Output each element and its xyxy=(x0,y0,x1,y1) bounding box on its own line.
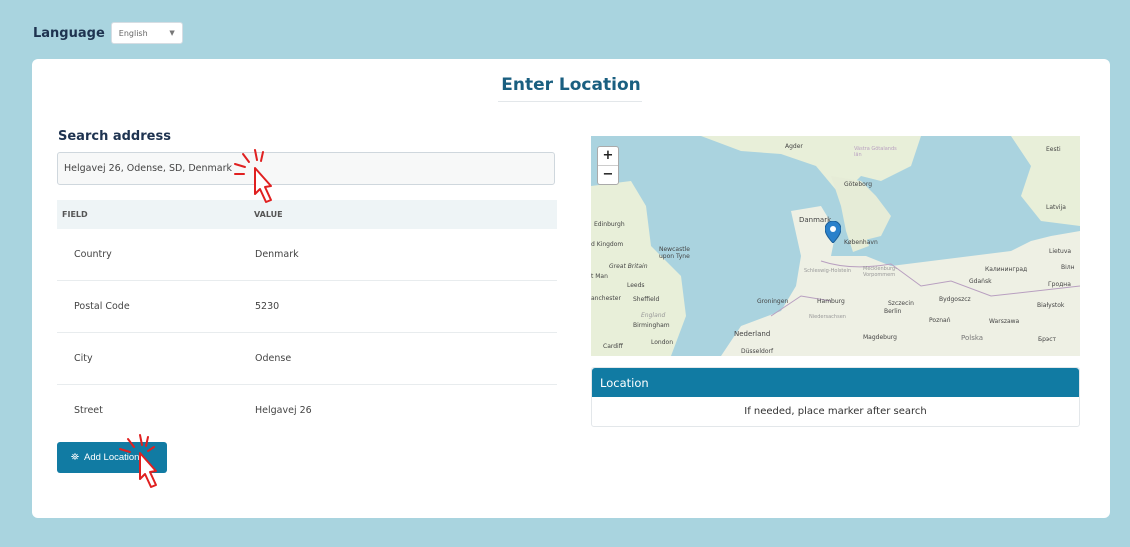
map-label: Lietuva xyxy=(1049,248,1072,255)
map-label: Berlin xyxy=(884,308,902,315)
map-label: Göteborg xyxy=(844,181,873,188)
map-label: Niedersachsen xyxy=(809,314,846,320)
table-row: Postal Code 5230 xyxy=(57,281,557,333)
row-field: Country xyxy=(74,249,112,260)
map[interactable]: + − Eesti Latvija Lietuva Göteborg Danma… xyxy=(591,136,1080,356)
map-label: Leeds xyxy=(627,282,645,289)
map-label: Bydgoszcz xyxy=(939,296,971,303)
title-divider xyxy=(498,101,642,102)
address-table: FIELD VALUE Country Denmark Postal Code … xyxy=(57,200,557,436)
language-selected-value: English xyxy=(118,28,148,38)
map-label: Groningen xyxy=(757,298,789,305)
map-zoom-control: + − xyxy=(597,146,619,185)
search-heading: Search address xyxy=(58,129,171,144)
map-label: Polska xyxy=(961,334,984,342)
row-field: City xyxy=(74,353,93,364)
page-title: Enter Location xyxy=(501,75,641,95)
map-label: Mecklenburg-Vorpommern xyxy=(863,266,897,278)
map-label: Birmingham xyxy=(633,322,670,329)
map-label: London xyxy=(651,339,673,346)
map-label: Edinburgh xyxy=(594,221,625,228)
chevron-down-icon: ▼ xyxy=(169,29,175,37)
map-label: Latvija xyxy=(1046,204,1066,211)
map-label: Västra Götalands län xyxy=(854,146,897,158)
row-value: Denmark xyxy=(255,249,299,260)
row-field: Street xyxy=(74,405,103,416)
table-header: FIELD VALUE xyxy=(57,200,557,229)
map-label: Гродна xyxy=(1048,281,1071,288)
map-label: t Man xyxy=(591,273,608,280)
pointer-cursor-icon xyxy=(234,149,272,203)
location-panel-message: If needed, place marker after search xyxy=(744,406,927,417)
location-panel: Location If needed, place marker after s… xyxy=(591,367,1080,427)
language-select[interactable]: English ▼ xyxy=(110,22,183,44)
main-card: Enter Location Search address FIELD VALU… xyxy=(32,59,1110,518)
map-label: Калининград xyxy=(985,266,1028,273)
row-field: Postal Code xyxy=(74,301,130,312)
map-label: Magdeburg xyxy=(863,334,897,341)
table-row: City Odense xyxy=(57,333,557,385)
map-label: d Kingdom xyxy=(591,241,624,248)
zoom-in-button[interactable]: + xyxy=(598,147,618,166)
map-label: København xyxy=(844,239,878,246)
location-pin-icon: ⛯ xyxy=(71,452,79,463)
map-label: Poznań xyxy=(929,317,951,324)
map-label: Sheffield xyxy=(633,296,660,303)
field-column-header: FIELD xyxy=(62,210,88,219)
map-label: Newcastle upon Tyne xyxy=(659,246,690,260)
map-label: Agder xyxy=(785,143,803,150)
map-label: England xyxy=(641,312,666,319)
map-label: Great Britain xyxy=(609,263,648,270)
map-label: anchester xyxy=(591,295,621,302)
map-marker-icon[interactable] xyxy=(825,221,841,243)
map-label: Düsseldorf xyxy=(741,348,774,355)
map-label: Schleswig-Holstein xyxy=(804,268,852,274)
map-label: Szczecin xyxy=(888,300,914,307)
pointer-cursor-icon xyxy=(119,434,157,488)
row-value: Odense xyxy=(255,353,292,364)
map-label: Warszawa xyxy=(989,318,1020,325)
row-value: Helgavej 26 xyxy=(255,405,312,416)
row-value: 5230 xyxy=(255,301,280,312)
map-label: Gdańsk xyxy=(969,278,992,285)
zoom-out-button[interactable]: − xyxy=(598,166,618,184)
location-panel-header: Location xyxy=(592,368,1079,397)
map-label: Брэст xyxy=(1038,336,1057,343)
map-label: Cardiff xyxy=(603,343,623,350)
table-row: Street Helgavej 26 xyxy=(57,385,557,436)
table-row: Country Denmark xyxy=(57,229,557,281)
language-bar: Language English ▼ xyxy=(33,22,183,44)
map-label: Nederland xyxy=(734,330,771,338)
map-label: Hamburg xyxy=(817,298,845,305)
map-label: Вілн xyxy=(1061,264,1075,271)
search-address-input[interactable] xyxy=(57,152,555,185)
language-label: Language xyxy=(33,25,105,41)
map-label: Eesti xyxy=(1046,146,1061,153)
map-label: Białystok xyxy=(1037,302,1065,309)
